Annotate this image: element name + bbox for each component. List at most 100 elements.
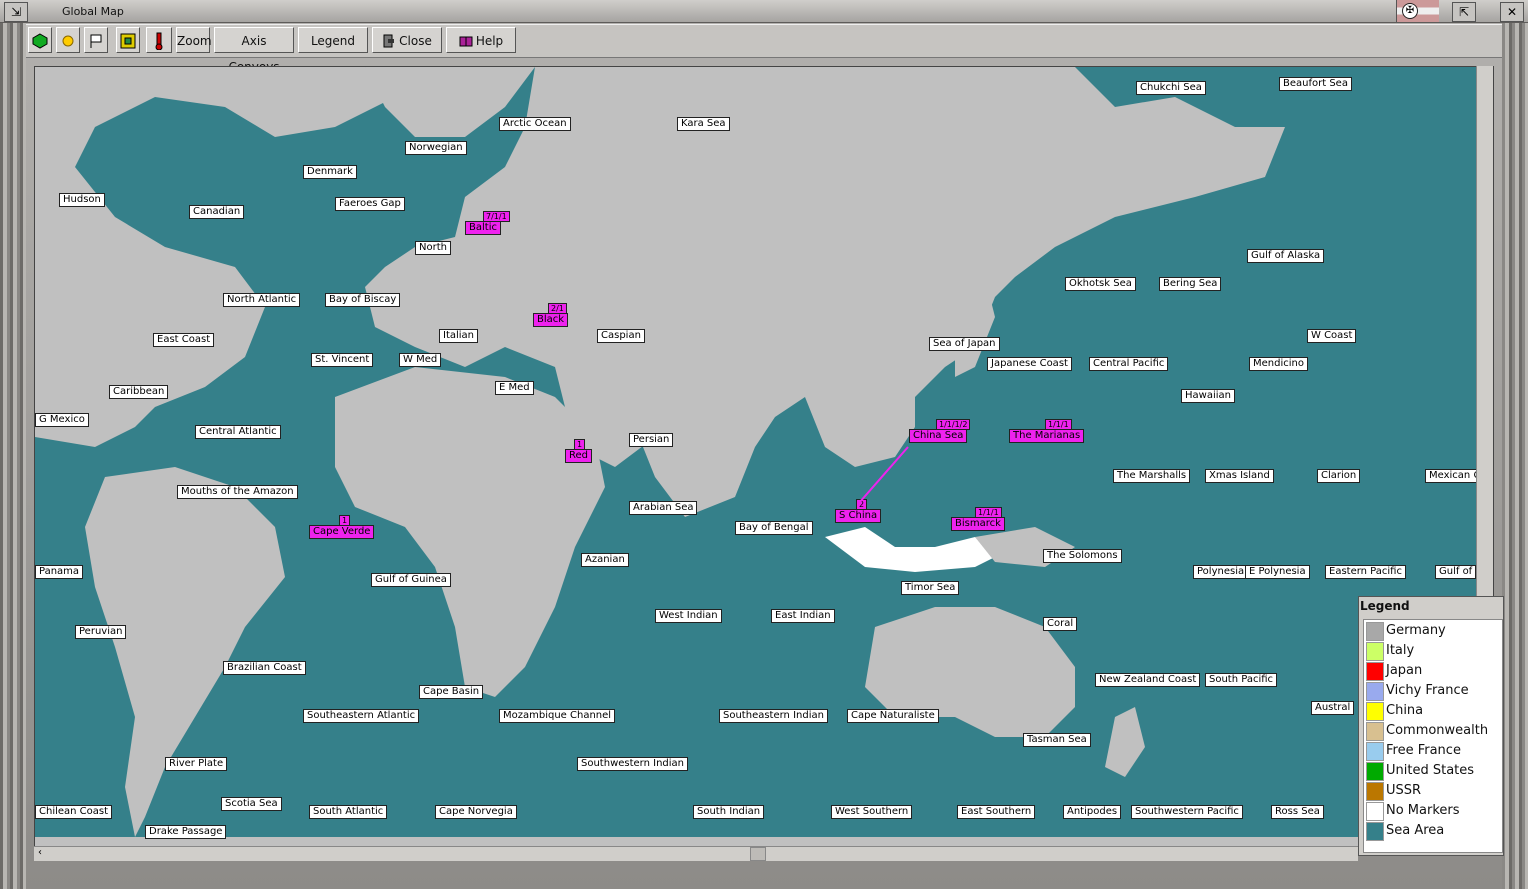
sea-area-label[interactable]: Southwestern Indian [577,757,689,771]
sea-area-label[interactable]: G Mexico [35,413,89,427]
flag-button[interactable] [84,27,108,53]
sea-area-label[interactable]: Central Pacific [1089,357,1169,371]
sea-area-label[interactable]: Peruvian [75,625,127,639]
horizontal-scrollbar[interactable]: ‹ [34,846,1358,861]
sea-area-label[interactable]: Southwestern Pacific [1131,805,1243,819]
sea-area-label[interactable]: North [415,241,451,255]
sea-area-label[interactable]: Eastern Pacific [1325,565,1406,579]
zoom-button[interactable]: Zoom [176,27,212,53]
sea-area-label[interactable]: Southeastern Indian [719,709,828,723]
convoy-marker-code[interactable]: 7/1/1 [483,211,510,222]
convoy-marker-code[interactable]: 2 [856,499,868,510]
sea-area-label[interactable]: Timor Sea [901,581,960,595]
hex-view-button[interactable] [28,27,52,53]
sea-area-label[interactable]: Coral [1043,617,1078,631]
convoy-marker-code[interactable]: 1 [339,515,351,526]
sea-area-label[interactable]: Ross Sea [1271,805,1324,819]
sea-area-label[interactable]: Faeroes Gap [335,197,405,211]
scroll-thumb[interactable] [750,847,766,861]
sea-area-label[interactable]: West Southern [831,805,913,819]
sea-area-label[interactable]: The Solomons [1043,549,1122,563]
convoy-marker-code[interactable]: 2/1 [548,303,567,314]
sea-area-label[interactable]: China Sea [909,429,968,443]
sea-area-label[interactable]: Red [565,449,592,463]
sea-area-label[interactable]: Canadian [189,205,245,219]
sea-area-label[interactable]: Mouths of the Amazon [177,485,298,499]
sea-area-label[interactable]: West Indian [655,609,722,623]
sea-area-label[interactable]: Persian [629,433,674,447]
sea-area-label[interactable]: Okhotsk Sea [1065,277,1136,291]
sea-area-label[interactable]: Hawaiian [1181,389,1235,403]
sea-area-label[interactable]: North Atlantic [223,293,301,307]
sea-area-label[interactable]: East Coast [153,333,215,347]
sea-area-label[interactable]: River Plate [165,757,228,771]
sea-area-label[interactable]: Drake Passage [145,825,227,839]
sea-area-label[interactable]: Hudson [59,193,105,207]
sea-area-label[interactable]: East Southern [957,805,1036,819]
sea-area-label[interactable]: S China [835,509,882,523]
sea-area-label[interactable]: South Atlantic [309,805,388,819]
sea-area-label[interactable]: Italian [439,329,479,343]
sea-area-label[interactable]: The Marianas [1009,429,1085,443]
sea-area-label[interactable]: Bismarck [951,517,1005,531]
sea-area-label[interactable]: Cape Norvegia [435,805,517,819]
sea-area-label[interactable]: E Med [495,381,534,395]
sea-area-label[interactable]: Mendicino [1249,357,1308,371]
axis-convoys-button[interactable]: Axis Convoys [214,27,294,74]
sea-area-label[interactable]: Cape Basin [419,685,484,699]
sea-area-label[interactable]: Central Atlantic [195,425,281,439]
sea-area-label[interactable]: Mozambique Channel [499,709,616,723]
sea-area-label[interactable]: East Indian [771,609,835,623]
scroll-left-icon[interactable]: ‹ [38,847,42,858]
sea-area-label[interactable]: Polynesia [1193,565,1249,579]
close-window-icon[interactable]: ✕ [1500,2,1524,22]
sea-area-label[interactable]: Gulf of [1435,565,1477,579]
sea-area-label[interactable]: The Marshalls [1113,469,1191,483]
world-map[interactable]: Chukchi Sea Beaufort Sea Arctic Ocean Kara … [34,66,1494,850]
sea-area-label[interactable]: Kara Sea [677,117,730,131]
sea-area-label[interactable]: Black [533,313,569,327]
sea-area-label[interactable]: Bay of Bengal [735,521,813,535]
sea-area-label[interactable]: Denmark [303,165,357,179]
restore-icon[interactable]: ⇱ [1452,2,1476,22]
sea-area-label[interactable]: Tasman Sea [1023,733,1091,747]
convoy-marker-code[interactable]: 1/1/1 [1045,419,1072,430]
sea-area-label[interactable]: Chukchi Sea [1136,81,1206,95]
sea-area-label[interactable]: Sea of Japan [929,337,1000,351]
sea-area-label[interactable]: Southeastern Atlantic [303,709,420,723]
thermometer-button[interactable] [146,27,172,53]
sea-area-label[interactable]: St. Vincent [311,353,374,367]
sea-area-label[interactable]: Panama [35,565,84,579]
sea-area-label[interactable]: Caspian [597,329,645,343]
sea-area-label[interactable]: Norwegian [405,141,467,155]
sea-area-label[interactable]: Gulf of Guinea [371,573,451,587]
sea-area-label[interactable]: Azanian [581,553,629,567]
sea-area-label[interactable]: Beaufort Sea [1279,77,1352,91]
help-button[interactable]: Help [446,27,516,53]
overview-button[interactable] [116,27,140,53]
sea-area-label[interactable]: Baltic [465,221,501,235]
sea-area-label[interactable]: South Pacific [1205,673,1278,687]
sea-area-label[interactable]: Brazilian Coast [223,661,306,675]
sea-area-label[interactable]: Caribbean [109,385,169,399]
vertical-scrollbar[interactable] [1476,66,1493,596]
minimize-icon[interactable]: ⇲ [4,2,28,22]
sea-area-label[interactable]: E Polynesia [1245,565,1310,579]
sea-area-label[interactable]: Arctic Ocean [499,117,571,131]
sea-area-label[interactable]: Chilean Coast [35,805,113,819]
sea-area-label[interactable]: Xmas Island [1205,469,1274,483]
close-button[interactable]: Close [372,27,442,53]
sea-area-label[interactable]: Gulf of Alaska [1247,249,1325,263]
sea-area-label[interactable]: Clarion [1317,469,1361,483]
sea-area-label[interactable]: Austral [1311,701,1355,715]
sea-area-label[interactable]: W Coast [1307,329,1357,343]
sea-area-label[interactable]: Bering Sea [1159,277,1222,291]
convoy-marker-code[interactable]: 1/1/1 [975,507,1002,518]
sea-area-label[interactable]: Cape Naturaliste [847,709,939,723]
sea-area-label[interactable]: Bay of Biscay [325,293,401,307]
sea-area-label[interactable]: Scotia Sea [221,797,282,811]
sea-area-label[interactable]: Arabian Sea [629,501,698,515]
sea-area-label[interactable]: Antipodes [1063,805,1122,819]
convoy-marker-code[interactable]: 1 [574,439,586,450]
convoy-marker-code[interactable]: 1/1/1/2 [936,419,971,430]
